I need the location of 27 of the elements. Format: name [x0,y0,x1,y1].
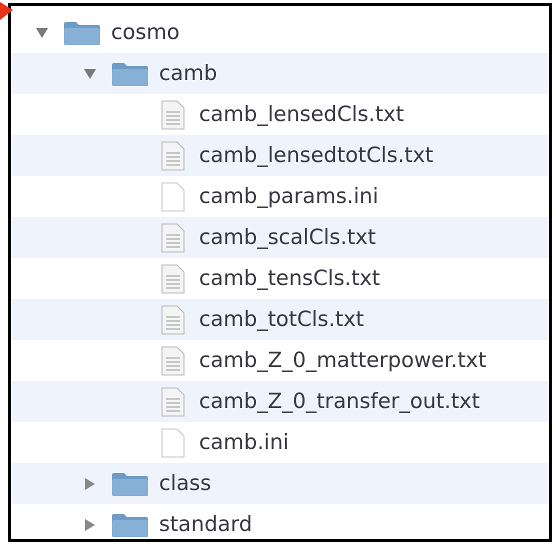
file-name[interactable]: camb.ini [199,426,289,458]
text-file-icon [161,222,185,252]
disclosure-triangle-icon[interactable] [85,478,95,490]
folder-icon [111,512,149,538]
text-file-icon [161,140,185,170]
text-file-icon [161,304,185,334]
folder-name[interactable]: cosmo [111,16,180,48]
file-name[interactable]: camb_Z_0_matterpower.txt [199,344,486,376]
pointer-arrow-icon [0,0,13,22]
folder-name[interactable]: camb [159,58,218,90]
text-file-icon [161,100,185,130]
file-name[interactable]: camb_params.ini [199,180,378,212]
file-name[interactable]: camb_tensCls.txt [199,262,380,294]
file-name[interactable]: camb_lensedCls.txt [199,98,404,130]
text-file-icon [161,264,185,294]
file-icon [161,182,185,212]
disclosure-triangle-icon[interactable] [36,28,48,38]
folder-name[interactable]: class [159,468,212,500]
disclosure-triangle-icon[interactable] [85,518,95,530]
file-icon [161,428,185,458]
folder-name[interactable]: standard [159,508,252,539]
text-file-icon [161,346,185,376]
folder-icon [111,60,149,86]
disclosure-triangle-icon[interactable] [84,68,96,78]
folder-icon [111,470,149,496]
text-file-icon [161,386,185,416]
folder-icon [63,20,101,46]
